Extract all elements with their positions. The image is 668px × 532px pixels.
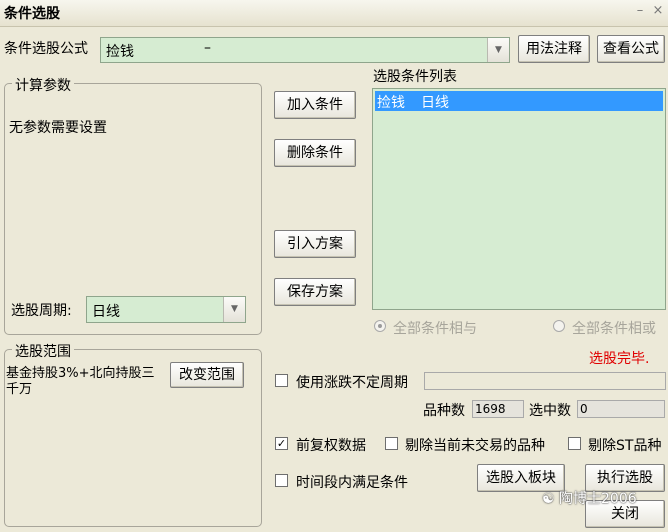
selected-label: 选中数 — [529, 403, 571, 419]
all-and-radio[interactable] — [374, 320, 386, 332]
uncertain-period-label: 使用涨跌不定周期 — [296, 375, 408, 391]
selected-field: 0 — [577, 400, 665, 418]
delete-condition-button[interactable]: 删除条件 — [274, 139, 356, 167]
scope-text: 基金持股3%+北向持股三千万 — [6, 366, 155, 397]
count-field: 1698 — [472, 400, 524, 418]
watermark: ☯ 陶博士2006 — [542, 488, 662, 512]
formula-label: 条件选股公式 — [4, 41, 88, 57]
count-label: 品种数 — [423, 403, 465, 419]
exclude-untraded-label: 剔除当前未交易的品种 — [405, 438, 545, 454]
window-title: 条件选股 — [4, 6, 60, 22]
time-range-checkbox[interactable] — [275, 474, 288, 487]
params-group-label: 计算参数 — [12, 75, 74, 95]
add-condition-button[interactable]: 加入条件 — [274, 91, 356, 119]
condition-name: 捡钱 — [377, 95, 405, 111]
usage-note-button[interactable]: 用法注释 — [518, 35, 590, 63]
all-or-radio[interactable] — [553, 320, 565, 332]
condition-list-label: 选股条件列表 — [373, 69, 457, 85]
formula-value: 捡钱 — [106, 44, 134, 60]
pre-adjust-checkbox[interactable]: ✓ — [275, 437, 288, 450]
uncertain-period-field[interactable] — [424, 372, 666, 390]
chevron-down-icon[interactable]: ▼ — [487, 38, 509, 62]
watermark-text: 陶博士2006 — [559, 491, 637, 507]
import-scheme-button[interactable]: 引入方案 — [274, 230, 356, 258]
period-label: 选股周期: — [11, 303, 72, 319]
list-item[interactable]: 捡钱 日线 — [375, 91, 663, 111]
condition-list[interactable]: 捡钱 日线 — [372, 88, 666, 310]
exclude-st-label: 剔除ST品种 — [588, 438, 662, 454]
exclude-untraded-checkbox[interactable] — [385, 437, 398, 450]
all-or-label: 全部条件相或 — [572, 321, 656, 337]
all-and-label: 全部条件相与 — [393, 321, 477, 337]
status-text: 选股完毕. — [589, 351, 650, 367]
change-scope-button[interactable]: 改变范围 — [170, 362, 244, 388]
view-formula-button[interactable]: 查看公式 — [597, 35, 665, 63]
minimize-button[interactable]: – — [633, 3, 647, 19]
formula-dropdown[interactable]: 捡钱 – ▼ — [100, 37, 510, 63]
uncertain-period-checkbox[interactable] — [275, 374, 288, 387]
no-params-text: 无参数需要设置 — [9, 120, 107, 136]
period-dropdown[interactable]: 日线 ▼ — [86, 296, 246, 323]
time-range-label: 时间段内满足条件 — [296, 475, 408, 491]
exclude-st-checkbox[interactable] — [568, 437, 581, 450]
close-icon[interactable]: × — [651, 3, 665, 19]
condition-period: 日线 — [421, 95, 449, 111]
formula-dash: – — [204, 40, 211, 56]
scope-group-label: 选股范围 — [12, 341, 74, 361]
chevron-down-icon[interactable]: ▼ — [223, 297, 245, 322]
pre-adjust-label: 前复权数据 — [296, 438, 366, 454]
period-value: 日线 — [92, 304, 120, 320]
wechat-icon: ☯ — [542, 491, 555, 507]
save-scheme-button[interactable]: 保存方案 — [274, 278, 356, 306]
title-bar: 条件选股 – × — [0, 0, 668, 27]
